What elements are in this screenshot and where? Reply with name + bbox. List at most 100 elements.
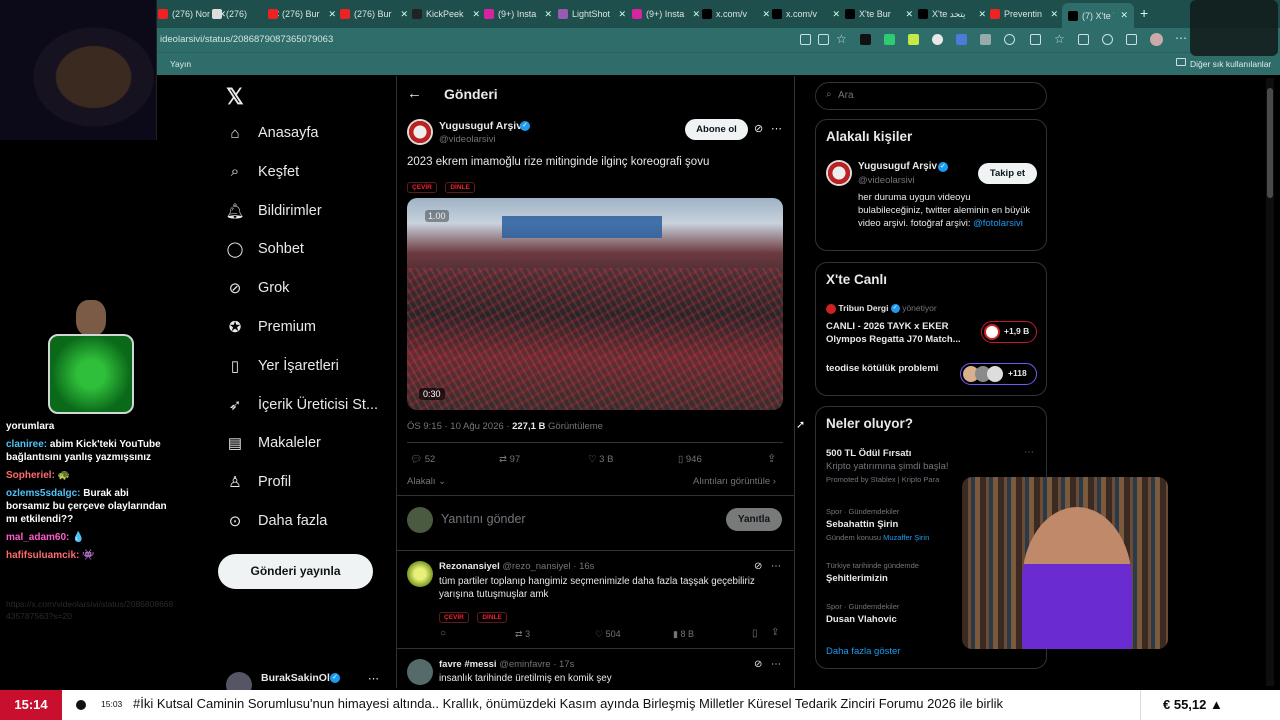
tweet-author-handle[interactable]: @videolarsivi [439,134,496,145]
browser-tab[interactable]: Preventin ✕ [990,5,1058,23]
nav-item-grok[interactable]: ⊘ Grok [226,279,290,297]
grok-icon[interactable]: ⊘ [754,122,763,135]
extension-icon[interactable] [800,34,811,45]
reply-author[interactable]: Rezonansiyel @rezo_nansiyel · 16s [439,561,594,572]
bookmark-yayin[interactable]: Yayın [170,59,191,69]
avatar[interactable] [407,561,433,587]
tab-close-icon[interactable]: ✕ [692,9,700,20]
reply-author[interactable]: favre #messi @eminfavre · 17s [439,659,574,670]
more-dots-icon[interactable]: ⋯ [368,672,379,685]
nav-item-bell[interactable]: 🔔︎ Bildirimler [225,202,321,220]
browser-tab[interactable]: (276) Bur ✕ [268,5,336,23]
live-host[interactable]: Tribun Dergi ✓ yönetiyor [826,303,937,314]
tab-close-icon[interactable]: ✕ [1120,10,1128,21]
retweet-action[interactable]: ⇄ 3 [515,629,530,640]
view-quotes-link[interactable]: Alıntıları görüntüle › [693,476,776,487]
tab-close-icon[interactable]: ✕ [832,9,840,20]
browser-tab[interactable]: (9+) Insta ✕ [632,5,700,23]
trend-item[interactable]: Spor · Gündemdekiler Sebahattin Şirin Gü… [826,507,976,542]
extension-icon[interactable] [956,34,967,45]
scrollbar-thumb[interactable] [1267,88,1273,198]
avatar[interactable] [826,160,852,186]
browser-tab[interactable]: KickPeek ✕ [412,5,480,23]
nav-item-more[interactable]: ⊙ Daha fazla [226,512,328,530]
person-name[interactable]: Yugusuguf Arşiv [858,161,937,172]
tab-close-icon[interactable]: ✕ [328,9,336,20]
translate-tag[interactable]: ÇEVİR [439,612,469,623]
video-speed[interactable]: 1.00 [425,210,449,222]
favorites-icon[interactable]: ☆ [1054,32,1065,46]
tab-close-icon[interactable]: ✕ [1050,9,1058,20]
reply-button[interactable]: Yanıtla [726,508,782,531]
more-dots-icon[interactable]: ⋯ [771,122,782,135]
more-dots-icon[interactable]: ⋯ [771,659,781,670]
related-dropdown[interactable]: Alakalı ⌄ [407,476,446,487]
search-input[interactable]: ⌕ Ara [815,82,1047,110]
menu-dots-icon[interactable]: ⋯ [1175,31,1187,45]
browser-tab[interactable]: X'te يتحد ✕ [918,5,986,23]
follow-button[interactable]: Takip et [978,163,1037,184]
grok-icon[interactable]: ⊘ [754,561,762,572]
views-action[interactable]: ▮ 8 B [673,629,694,640]
account-switcher[interactable]: BurakSakinOl ✓ ⋯ [226,668,386,698]
live-count-pill[interactable]: +118 [960,363,1037,385]
trend-link[interactable]: Muzaffer Şirin [883,533,929,542]
nav-item-rocket[interactable]: ➶ İçerik Üreticisi St... [226,396,378,414]
trend-item[interactable]: Türkiye tarihinde gündemde Şehitlerimizi… [826,561,976,584]
screenshot-icon[interactable] [1126,34,1137,45]
live-title[interactable]: teodise kötülük problemi [826,363,938,374]
more-dots-icon[interactable]: ⋯ [771,561,781,572]
tab-close-icon[interactable]: ✕ [618,9,626,20]
nav-item-premium[interactable]: ✪ Premium [226,318,316,336]
tab-close-icon[interactable]: ✕ [978,9,986,20]
live-title[interactable]: CANLI - 2026 TAYK x EKER Olympos Regatta… [826,320,971,346]
bio-link[interactable]: @fotolarsivi [973,218,1023,229]
translate-tag[interactable]: ÇEVİR [407,182,437,193]
person-handle[interactable]: @videolarsivi [858,175,915,186]
tab-close-icon[interactable]: ✕ [544,9,552,20]
reply-input[interactable]: Yanıtını gönder [441,512,711,526]
sidebar-toggle-icon[interactable] [1030,34,1041,45]
browser-tab[interactable]: X'te Bur ✕ [845,5,913,23]
x-logo-icon[interactable]: 𝕏 [226,84,244,110]
new-tab-icon[interactable]: + [1140,5,1148,21]
post-button[interactable]: Gönderi yayınla [218,554,373,589]
tab-close-icon[interactable]: ✕ [905,9,913,20]
nav-item-search[interactable]: ⌕ Keşfet [226,163,299,181]
browser-tab[interactable]: x.com/v ✕ [702,5,770,23]
address-bar[interactable]: ideolarsivi/status/2086879087365079063 ☆… [0,28,1280,52]
bookmark-action[interactable]: ▯ 946 [678,454,702,465]
bookmark-other[interactable]: Diğer sık kullanılanlar [1190,59,1271,69]
browser-tab[interactable]: (9+) Insta ✕ [484,5,552,23]
retweet-action[interactable]: ⇄ 97 [499,454,520,465]
more-dots-icon[interactable]: ⋯ [1024,447,1034,458]
extension-icon[interactable] [1004,34,1015,45]
extension-icon[interactable] [860,34,871,45]
live-count-pill[interactable]: +1,9 B [981,321,1037,343]
share-icon[interactable]: ⇪ [771,627,779,638]
listen-tag[interactable]: DİNLE [477,612,507,623]
tab-close-icon[interactable]: ✕ [762,9,770,20]
reader-icon[interactable] [818,34,829,45]
nav-item-profile[interactable]: ♙ Profil [226,473,291,491]
avatar[interactable] [407,659,433,685]
share-icon[interactable]: ⇪ [767,452,776,465]
tab-close-icon[interactable]: ✕ [400,9,408,20]
extension-icon[interactable] [884,34,895,45]
tweet-video[interactable]: 1.00 0:30 [407,198,783,410]
tab-close-icon[interactable]: ✕ [472,9,480,20]
like-action[interactable]: ♡ 504 [595,629,621,640]
avatar[interactable] [407,119,433,145]
tweet-author-name[interactable]: Yugusuguf Arşiv [439,120,522,132]
scrollbar[interactable] [1266,78,1274,686]
extension-icon[interactable] [908,34,919,45]
back-arrow-icon[interactable]: ← [407,85,422,102]
profile-avatar-icon[interactable] [1150,33,1163,46]
show-more-link[interactable]: Daha fazla göster [826,646,900,657]
browser-tab[interactable]: (7) X'te Y ✕ [1062,3,1134,28]
url-text[interactable]: ideolarsivi/status/2086879087365079063 [160,34,333,45]
reply-icon[interactable]: ○ [440,628,446,639]
heartbeat-icon[interactable] [1102,34,1113,45]
trend-item[interactable]: Spor · Gündemdekiler Dusan Vlahovic [826,602,976,625]
nav-item-chat[interactable]: ◯ Sohbet [226,240,304,258]
